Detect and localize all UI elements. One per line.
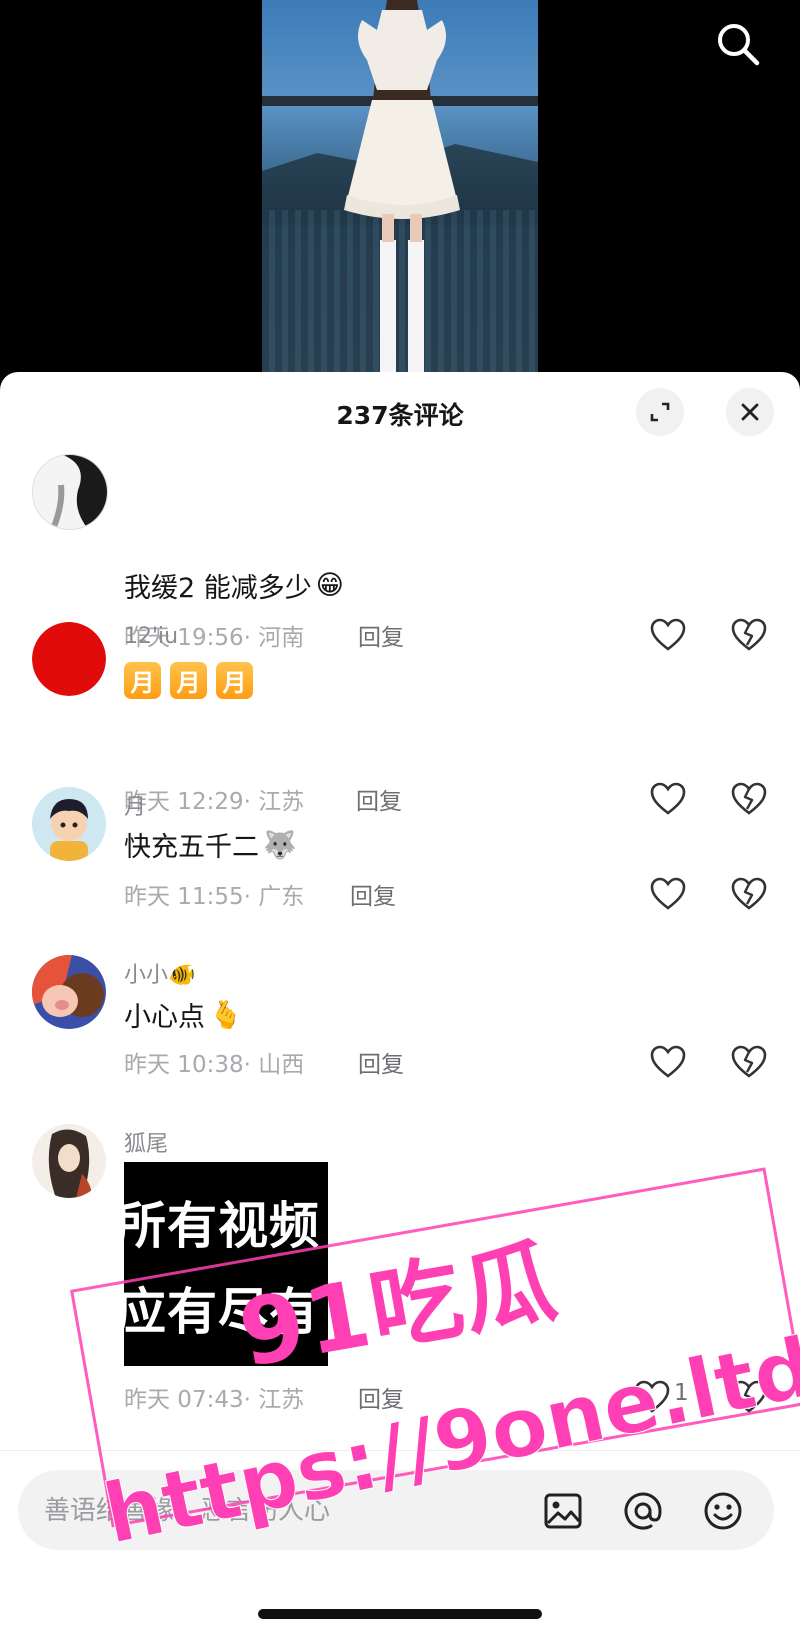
finger-heart-emoji-icon: 🫰: [209, 999, 243, 1031]
husky-emoji-icon: 🐺: [263, 829, 297, 861]
comment-image[interactable]: 所有视频 应有尽有: [124, 1162, 328, 1366]
broken-heart-icon[interactable]: [731, 1380, 767, 1414]
close-button[interactable]: [726, 388, 774, 436]
comments-sheet: 237条评论 我缓2 能减多少 😁 昨天 19:56· 河南 回复 12'iu …: [0, 372, 800, 1636]
meta-separator: ·: [243, 1387, 259, 1413]
comment-meta: 昨天 07:43· 江苏: [124, 1380, 304, 1414]
comment-meta: 昨天 10:38· 山西: [124, 1045, 304, 1079]
comment-input[interactable]: [42, 1470, 486, 1552]
broken-heart-icon[interactable]: [731, 618, 767, 652]
avatar-image: [32, 955, 106, 1029]
reply-button[interactable]: 回复: [356, 782, 402, 816]
divider: [0, 1450, 800, 1451]
avatar-image: [32, 787, 106, 861]
broken-heart-icon[interactable]: [731, 782, 767, 816]
heart-icon[interactable]: [650, 782, 686, 816]
comment-meta: 昨天 11:55· 广东: [124, 877, 304, 911]
meta-separator: ·: [243, 1052, 259, 1078]
comment-input-bar: [18, 1470, 774, 1552]
comment-image-text-line: 所有视频: [124, 1197, 320, 1255]
comment-location: 山西: [258, 1052, 305, 1078]
broken-heart-icon[interactable]: [731, 877, 767, 911]
comment-time: 昨天 07:43: [124, 1387, 244, 1413]
at-icon[interactable]: [622, 1490, 664, 1532]
comment-location: 江苏: [258, 789, 305, 815]
comment-time: 昨天 10:38: [124, 1052, 244, 1078]
moon-sticker: 月: [170, 662, 207, 699]
expand-button[interactable]: [636, 388, 684, 436]
reply-button[interactable]: 回复: [350, 877, 396, 911]
expand-icon: [650, 402, 670, 422]
comment-text-content: 快充五千二: [124, 832, 259, 863]
comment-location: 河南: [258, 625, 305, 651]
video-frame[interactable]: [262, 0, 538, 372]
comment-location: 江苏: [258, 1387, 305, 1413]
heart-icon[interactable]: [650, 1045, 686, 1079]
comment-meta: 昨天 12:29· 江苏: [124, 782, 304, 816]
smiley-icon[interactable]: [702, 1490, 744, 1532]
moon-sticker: 月: [216, 662, 253, 699]
avatar[interactable]: [32, 787, 106, 861]
search-icon[interactable]: [712, 18, 764, 70]
comment-text: 小心点 🫰: [124, 995, 243, 1034]
video-person: [344, 0, 460, 372]
comment-stickers: 月 月 月: [124, 662, 258, 699]
meta-separator: ·: [243, 884, 259, 910]
meta-separator: ·: [243, 789, 259, 815]
avatar-image: [32, 622, 106, 696]
heart-icon[interactable]: [634, 1380, 670, 1414]
home-indicator: [258, 1609, 542, 1619]
image-icon[interactable]: [542, 1490, 584, 1532]
comment-text: 快充五千二 🐺: [124, 825, 297, 864]
fish-emoji-icon: 🐠: [168, 963, 196, 988]
broken-heart-icon[interactable]: [731, 1045, 767, 1079]
moon-sticker: 月: [124, 662, 161, 699]
comment-text-content: 小心点: [124, 1002, 205, 1033]
comment-text-content: 我缓2 能减多少: [124, 573, 312, 604]
comment-time: 昨天 11:55: [124, 884, 244, 910]
avatar[interactable]: [32, 1124, 106, 1198]
avatar[interactable]: [32, 622, 106, 696]
close-icon: [741, 403, 759, 421]
comment-image-text-line: 应有尽有: [124, 1283, 320, 1341]
avatar[interactable]: [32, 454, 108, 530]
like-count: 1: [674, 1380, 689, 1406]
heart-icon[interactable]: [650, 877, 686, 911]
grin-emoji-icon: 😁: [315, 570, 344, 601]
comment-username[interactable]: 12'iu: [124, 624, 178, 649]
meta-separator: ·: [243, 625, 259, 651]
reply-button[interactable]: 回复: [358, 618, 404, 652]
avatar[interactable]: [32, 955, 106, 1029]
reply-button[interactable]: 回复: [358, 1045, 404, 1079]
avatar-image: [32, 1124, 106, 1198]
video-player[interactable]: [0, 0, 800, 372]
comment-username[interactable]: 月: [124, 789, 146, 821]
comment-text: 我缓2 能减多少 😁: [124, 566, 344, 605]
reply-button[interactable]: 回复: [358, 1380, 404, 1414]
comment-location: 广东: [258, 884, 305, 910]
comment-username[interactable]: 狐尾: [124, 1126, 168, 1158]
comment-username-text: 小小: [124, 963, 169, 988]
avatar-image: [33, 455, 107, 529]
heart-icon[interactable]: [650, 618, 686, 652]
comment-username[interactable]: 小小🐠: [124, 957, 195, 989]
